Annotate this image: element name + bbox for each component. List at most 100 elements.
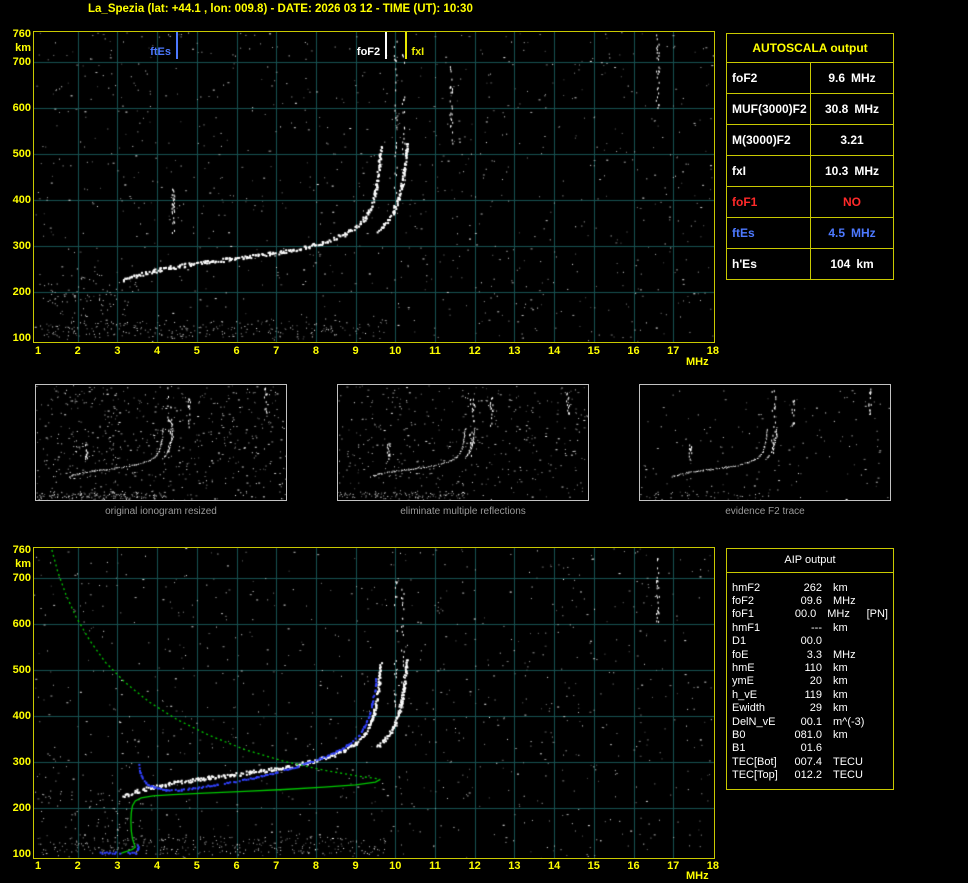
aip-row-unit: km [833, 729, 875, 741]
aip-row-value: --- [789, 622, 822, 634]
y-tick-label: 100 [2, 848, 31, 860]
autoscala-value: 30.8 [825, 102, 848, 116]
thumbnail-original-canvas [36, 385, 286, 500]
autoscala-value: 3.21 [840, 133, 863, 147]
y-tick-label: 400 [2, 710, 31, 722]
autoscala-value: NO [843, 195, 861, 209]
x-tick-label: 6 [225, 860, 249, 872]
aip-row-extra: [PN] [867, 608, 888, 620]
aip-row: h_vE119 km [727, 688, 893, 701]
thumbnail-caption-eliminate: eliminate multiple reflections [337, 506, 589, 517]
autoscala-row-label: foF2 [727, 63, 811, 93]
autoscala-row-label: ftEs [727, 218, 811, 248]
aip-row: D100.0 [727, 635, 893, 648]
x-tick-label: 2 [66, 345, 90, 357]
autoscala-output-table: AUTOSCALA output foF29.6MHzMUF(3000)F230… [726, 33, 894, 280]
autoscala-row: MUF(3000)F230.8MHz [727, 94, 893, 125]
x-tick-label: 5 [185, 345, 209, 357]
aip-row-label: B1 [732, 742, 789, 754]
x-tick-label: 11 [423, 860, 447, 872]
thumbnail-eliminate-canvas [338, 385, 588, 500]
y-tick-label: 400 [2, 194, 31, 206]
aip-row-value: 01.6 [789, 742, 822, 754]
y-tick-label: 760 [2, 544, 31, 556]
marker-label-fof2: foF2 [342, 46, 380, 58]
autoscala-row-value: 30.8MHz [811, 94, 893, 124]
aip-row-value: 007.4 [789, 756, 822, 768]
y-tick-label: 200 [2, 286, 31, 298]
aip-row-value: 119 [789, 689, 822, 701]
aip-row: foE3.3MHz [727, 648, 893, 661]
autoscala-row-value: NO [811, 187, 893, 217]
aip-row-label: foF2 [732, 595, 789, 607]
x-tick-label: 10 [383, 860, 407, 872]
autoscala-output-title: AUTOSCALA output [727, 34, 893, 63]
autoscala-value: 10.3 [825, 164, 848, 178]
aip-row-value: 00.0 [789, 635, 822, 647]
autoscala-row: fxI10.3MHz [727, 156, 893, 187]
thumbnail-evidence-canvas [640, 385, 890, 500]
x-tick-label: 17 [661, 345, 685, 357]
autoscala-row-label: foF1 [727, 187, 811, 217]
aip-row-label: hmF1 [732, 622, 789, 634]
marker-label-ftes: ftEs [133, 46, 171, 58]
aip-row-label: h_vE [732, 689, 789, 701]
aip-row: Ewidth29km [727, 702, 893, 715]
main-ionogram-frame [33, 31, 715, 343]
aip-row-value: 29 [789, 702, 822, 714]
x-tick-label: 11 [423, 345, 447, 357]
x-tick-label: 13 [502, 345, 526, 357]
autoscala-row: foF29.6MHz [727, 63, 893, 94]
marker-label-fxi: fxI [411, 46, 424, 58]
y-tick-label: 700 [2, 56, 31, 68]
autoscala-window: La_Spezia (lat: +44.1 , lon: 009.8) - DA… [0, 0, 968, 883]
aip-row-unit: km [833, 689, 875, 701]
y-axis-unit: km [2, 558, 31, 570]
y-axis-unit: km [2, 42, 31, 54]
autoscala-value: 9.6 [828, 71, 845, 85]
x-tick-label: 5 [185, 860, 209, 872]
x-tick-label: 8 [304, 860, 328, 872]
autoscala-row: ftEs4.5MHz [727, 218, 893, 249]
marker-line-fxi [405, 32, 407, 59]
y-tick-label: 600 [2, 102, 31, 114]
autoscala-value: 104 [830, 257, 850, 271]
aip-row-value: 262 [789, 582, 822, 594]
aip-row: ymE20km [727, 675, 893, 688]
autoscala-value: 4.5 [828, 226, 845, 240]
aip-row: hmF2262km [727, 581, 893, 594]
x-tick-label: 3 [105, 345, 129, 357]
y-tick-label: 760 [2, 28, 31, 40]
thumbnail-eliminate-reflections [337, 384, 589, 501]
aip-output-rows: hmF2262kmfoF209.6MHzfoF100.0MHz[PN]hmF1-… [727, 581, 893, 782]
x-tick-label: 8 [304, 345, 328, 357]
y-tick-label: 200 [2, 802, 31, 814]
autoscala-row-value: 9.6MHz [811, 63, 893, 93]
aip-row-label: hmE [732, 662, 789, 674]
aip-row: TEC[Bot]007.4TECU [727, 755, 893, 768]
aip-row-value: 00.1 [789, 716, 822, 728]
aip-row-label: hmF2 [732, 582, 789, 594]
main-ionogram-canvas [34, 32, 714, 342]
autoscala-row-label: fxI [727, 156, 811, 186]
aip-row: DelN_vE00.1m^(-3) [727, 715, 893, 728]
thumbnail-caption-original: original ionogram resized [35, 506, 287, 517]
aip-row-value: 09.6 [789, 595, 822, 607]
autoscala-row-value: 10.3MHz [811, 156, 893, 186]
aip-row-unit: m^(-3) [833, 716, 875, 728]
aip-row-value: 012.2 [789, 769, 822, 781]
aip-output-table: AIP output hmF2262kmfoF209.6MHzfoF100.0M… [726, 548, 894, 790]
x-tick-label: 7 [264, 345, 288, 357]
x-axis-unit: MHz [686, 356, 709, 368]
aip-row-label: foE [732, 649, 789, 661]
aip-row-label: foF1 [732, 608, 785, 620]
aip-row-value: 00.0 [785, 608, 816, 620]
y-tick-label: 700 [2, 572, 31, 584]
aip-row: TEC[Top]012.2TECU [727, 768, 893, 781]
station-header: La_Spezia (lat: +44.1 , lon: 009.8) - DA… [88, 3, 473, 15]
aip-row-label: ymE [732, 675, 789, 687]
aip-row: hmF1---km [727, 621, 893, 634]
aip-row: foF209.6MHz [727, 594, 893, 607]
aip-row-value: 081.0 [789, 729, 822, 741]
marker-line-ftes [176, 32, 178, 59]
